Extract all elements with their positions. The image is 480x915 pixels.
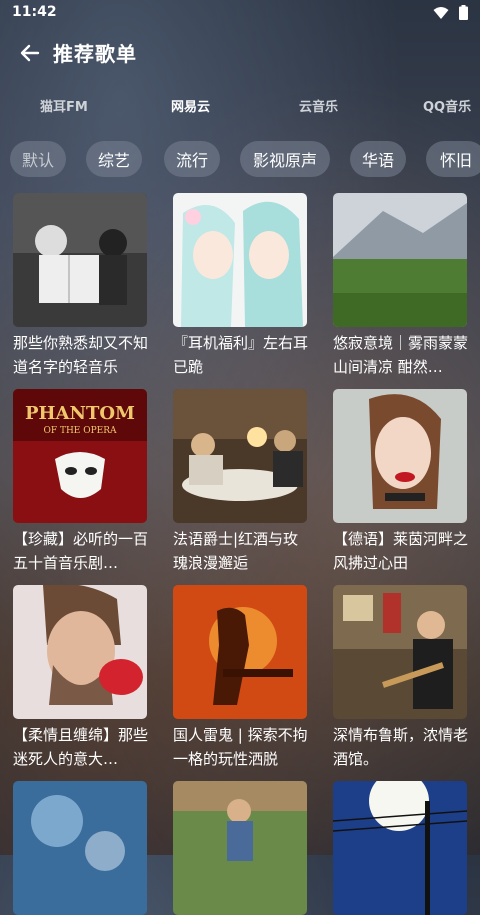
battery-icon (459, 5, 468, 20)
playlist-title: 国人雷鬼 | 探索不拘一格的玩性洒脱 (173, 726, 308, 768)
cover-subtitle-text: OF THE OPERA (43, 426, 117, 436)
playlist-cover (173, 389, 307, 523)
playlist-cover (173, 193, 307, 327)
playlist-cover (333, 193, 467, 327)
arrow-left-icon (20, 44, 40, 62)
status-time: 11:42 (12, 4, 57, 20)
status-icons (433, 5, 468, 20)
playlist-title: 深情布鲁斯，浓情老酒馆。 (333, 726, 469, 768)
status-bar: 11:42 (0, 0, 480, 26)
playlist-cover (13, 781, 147, 915)
chip-default[interactable]: 默认 (10, 141, 66, 177)
playlist-cover (13, 193, 147, 327)
chip-soundtrack[interactable]: 影视原声 (240, 141, 330, 177)
tab-netease[interactable]: 网易云 (171, 96, 210, 115)
playlist-title: 『耳机福利』左右耳已跪 (173, 334, 309, 376)
back-button[interactable] (14, 37, 46, 69)
playlist-title: 悠寂意境｜雾雨蒙蒙 山间清凉 酣然… (333, 334, 469, 376)
app-bar: 推荐歌单 (0, 26, 480, 80)
cover-title-text: PHANTOM (25, 403, 135, 424)
playlist-cover (173, 781, 307, 915)
category-chips: 默认 综艺 流行 影视原声 华语 怀旧 (0, 141, 480, 179)
chip-nostalgic[interactable]: 怀旧 (426, 141, 480, 177)
source-tabs: 猫耳FM 网易云 云音乐 QQ音乐 (0, 90, 480, 120)
playlist-title: 法语爵士|红酒与玫瑰浪漫邂逅 (173, 530, 299, 572)
playlist-title: 【德语】莱茵河畔之风拂过心田 (333, 530, 469, 572)
tab-qq-music[interactable]: QQ音乐 (423, 96, 471, 115)
tab-cloud-music[interactable]: 云音乐 (299, 96, 338, 115)
chip-pop[interactable]: 流行 (164, 141, 220, 177)
playlist-title: 【柔情且缠绵】那些迷死人的意大… (13, 726, 149, 768)
page-title: 推荐歌单 (53, 42, 137, 66)
playlist-cover (333, 389, 467, 523)
chip-chinese[interactable]: 华语 (350, 141, 406, 177)
playlist-cover (173, 585, 307, 719)
wifi-icon (433, 6, 449, 19)
playlist-title: 那些你熟悉却又不知道名字的轻音乐 (13, 334, 149, 376)
playlist-cover: PHANTOM OF THE OPERA (13, 389, 147, 523)
tab-maoer-fm[interactable]: 猫耳FM (40, 96, 88, 115)
chip-variety[interactable]: 综艺 (86, 141, 142, 177)
playlist-cover (13, 585, 147, 719)
playlist-cover (333, 585, 467, 719)
playlist-cover (333, 781, 467, 915)
playlist-title: 【珍藏】必听的一百五十首音乐剧… (13, 530, 149, 572)
